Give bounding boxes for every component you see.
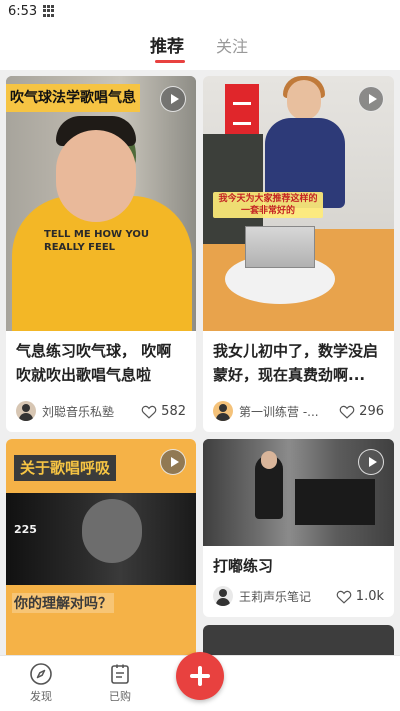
card-footer: 刘聪音乐私塾 582 — [16, 400, 186, 422]
bottom-navigation: 发现 已购 — [0, 652, 400, 711]
add-button[interactable] — [176, 652, 224, 700]
status-time: 6:53 — [8, 3, 38, 19]
heart-icon — [339, 405, 355, 419]
nav-label: 发现 — [30, 690, 52, 703]
like-count: 296 — [359, 403, 384, 419]
top-tab-bar: 推荐 关注 — [0, 22, 400, 70]
app-grid-icon — [43, 5, 55, 17]
author-avatar[interactable] — [213, 401, 233, 421]
tab-following[interactable]: 关注 — [216, 33, 248, 57]
video-thumbnail[interactable] — [203, 625, 394, 655]
video-card[interactable]: TELL ME HOW YOU REALLY FEEL 吹气球法学歌唱气息 气息… — [6, 76, 196, 432]
like-button[interactable]: 582 — [141, 404, 186, 419]
video-thumbnail[interactable]: 我今天为大家推荐这样的一套非常好的 — [203, 76, 394, 331]
video-title: 气息练习吹气球， 吹啊吹就吹出歌唱气息啦 — [16, 342, 172, 384]
shirt-print-text: TELL ME HOW YOU REALLY FEEL — [44, 229, 150, 253]
list-icon — [111, 664, 129, 684]
card-footer: 第一训练营 -... 296 — [213, 400, 384, 422]
video-title: 打嘟练习 — [213, 557, 274, 575]
like-button[interactable]: 296 — [339, 404, 384, 419]
app-screen: 6:53 推荐 关注 TELL ME HOW YOU REALLY FEEL 吹… — [0, 0, 400, 711]
nav-label: 已购 — [109, 690, 131, 703]
heart-icon — [141, 405, 157, 419]
video-card[interactable]: 我今天为大家推荐这样的一套非常好的 我女儿初中了，数学没启蒙好，现在真费劲啊..… — [203, 76, 394, 432]
author-name[interactable]: 第一训练营 -... — [239, 403, 339, 420]
play-icon[interactable] — [160, 86, 186, 112]
author-name[interactable]: 刘聪音乐私塾 — [42, 403, 141, 420]
like-count: 1.0k — [355, 588, 384, 604]
heart-icon — [336, 590, 352, 604]
like-count: 582 — [161, 403, 186, 419]
card-footer: 王莉声乐笔记 1.0k — [213, 585, 384, 607]
thumbnail-caption: 吹气球法学歌唱气息 — [6, 84, 140, 112]
active-tab-indicator — [155, 60, 185, 63]
play-icon[interactable] — [358, 449, 384, 475]
nav-discover[interactable]: 发现 — [16, 662, 66, 704]
thumbnail-caption: 我今天为大家推荐这样的一套非常好的 — [213, 192, 323, 218]
play-icon[interactable] — [358, 86, 384, 112]
video-thumbnail[interactable]: TELL ME HOW YOU REALLY FEEL 吹气球法学歌唱气息 — [6, 76, 196, 331]
thumbnail-label: 225 — [14, 523, 37, 536]
piano-image — [295, 479, 375, 525]
author-avatar[interactable] — [16, 401, 36, 421]
video-card[interactable]: 打嘟练习 王莉声乐笔记 1.0k — [203, 439, 394, 617]
video-thumbnail[interactable] — [203, 439, 394, 546]
suitcase-image — [245, 226, 315, 268]
thumbnail-caption: 关于歌唱呼吸 — [14, 455, 117, 481]
author-avatar[interactable] — [213, 586, 233, 606]
nav-purchased[interactable]: 已购 — [95, 662, 145, 704]
video-title: 我女儿初中了，数学没启蒙好，现在真费劲啊... — [213, 342, 379, 384]
status-bar: 6:53 — [0, 0, 400, 22]
compass-icon — [30, 663, 52, 685]
like-button[interactable]: 1.0k — [336, 589, 384, 604]
tab-recommend[interactable]: 推荐 — [150, 32, 184, 57]
thumbnail-subcaption: 你的理解对吗？ — [12, 593, 114, 613]
video-thumbnail[interactable]: 225 关于歌唱呼吸 你的理解对吗？ — [6, 439, 196, 655]
author-name[interactable]: 王莉声乐笔记 — [239, 588, 336, 605]
play-icon[interactable] — [160, 449, 186, 475]
video-feed: TELL ME HOW YOU REALLY FEEL 吹气球法学歌唱气息 气息… — [0, 70, 400, 655]
video-card[interactable]: 225 关于歌唱呼吸 你的理解对吗？ — [6, 439, 196, 655]
video-card[interactable] — [203, 625, 394, 655]
